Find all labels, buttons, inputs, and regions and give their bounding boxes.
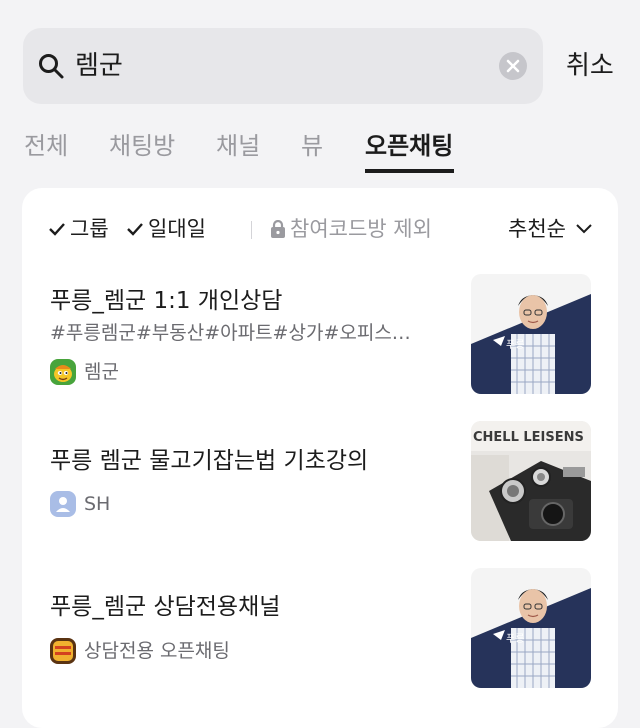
filter-one-on-one-toggle[interactable]: 일대일 xyxy=(126,212,206,246)
search-header: 렘군 취소 전체 채팅방 채널 뷰 오픈채팅 xyxy=(0,0,640,188)
owner-name: 상담전용 오픈채팅 xyxy=(84,640,230,662)
sort-dropdown[interactable]: 추천순 xyxy=(508,212,592,246)
thumbnail-badge-text: 푸릉 xyxy=(506,633,524,645)
result-thumbnail: CHELL LEISENS xyxy=(471,421,591,541)
filter-group-toggle[interactable]: 그룹 xyxy=(48,212,109,246)
search-icon xyxy=(39,54,64,79)
results-panel: 그룹 일대일 참여코드방 제외 추천순 푸릉_렘군 1:1 개인상담 #푸릉렘군… xyxy=(22,188,618,728)
filter-bar: 그룹 일대일 참여코드방 제외 추천순 xyxy=(48,212,596,246)
open-chat-result-item[interactable]: 푸릉_렘군 1:1 개인상담 #푸릉렘군#부동산#아파트#상가#오피스… 렘군 xyxy=(22,272,618,402)
sort-label: 추천순 xyxy=(508,217,566,241)
active-tab-indicator xyxy=(365,169,454,173)
result-title: 푸릉 렘군 물고기잡는법 기초강의 xyxy=(50,448,369,474)
result-tags: #푸릉렘군#부동산#아파트#상가#오피스… xyxy=(50,322,411,344)
character-avatar-icon xyxy=(50,359,76,385)
filter-exclude-code-toggle[interactable]: 참여코드방 제외 xyxy=(270,212,432,246)
owner-name: 렘군 xyxy=(84,361,119,383)
open-chat-result-item[interactable]: 푸릉_렘군 상담전용채널 상담전용 오픈채팅 푸릉 xyxy=(22,566,618,696)
result-title: 푸릉_렘군 1:1 개인상담 xyxy=(50,288,283,314)
search-input[interactable]: 렘군 xyxy=(23,28,543,104)
tab-open-chat[interactable]: 오픈채팅 xyxy=(365,128,453,164)
open-chat-result-item[interactable]: 푸릉 렘군 물고기잡는법 기초강의 SH CHELL LEISENS xyxy=(22,418,618,548)
result-thumbnail: 푸릉 xyxy=(471,568,591,688)
search-query-text[interactable]: 렘군 xyxy=(75,48,123,84)
filter-exclude-code-label: 참여코드방 제외 xyxy=(290,217,432,241)
owner-name: SH xyxy=(84,493,111,515)
chevron-down-icon xyxy=(576,224,592,234)
thumbnail-badge-text: 푸릉 xyxy=(506,339,524,351)
filter-group-label: 그룹 xyxy=(70,217,109,241)
tab-channels[interactable]: 채널 xyxy=(216,128,260,164)
cancel-button[interactable]: 취소 xyxy=(566,48,614,84)
default-profile-icon xyxy=(50,491,76,517)
result-title: 푸릉_렘군 상담전용채널 xyxy=(50,594,281,620)
filter-one-on-one-label: 일대일 xyxy=(148,217,206,241)
tab-chatrooms[interactable]: 채팅방 xyxy=(109,128,175,164)
check-icon xyxy=(127,223,143,236)
lock-icon xyxy=(271,220,285,238)
check-icon xyxy=(49,223,65,236)
tab-all[interactable]: 전체 xyxy=(24,128,68,164)
result-thumbnail: 푸릉 xyxy=(471,274,591,394)
thumbnail-sign-text: CHELL LEISENS xyxy=(473,430,584,445)
badge-avatar-icon xyxy=(50,638,76,664)
tab-view[interactable]: 뷰 xyxy=(301,128,323,164)
clear-search-icon[interactable] xyxy=(499,52,527,80)
filter-divider xyxy=(251,221,252,239)
